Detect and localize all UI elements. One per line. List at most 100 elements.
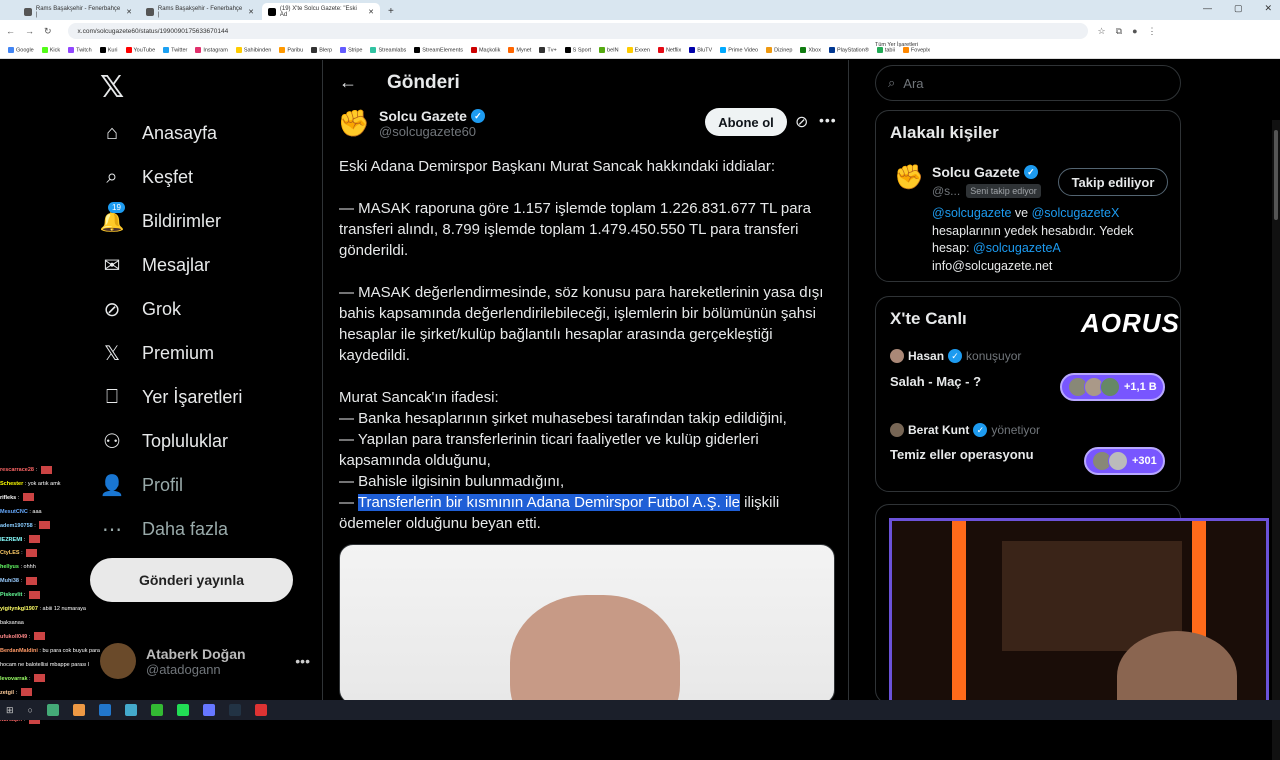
nav-item-yer-i̇şaretleri[interactable]: ⎕ Yer İşaretleri <box>100 382 242 412</box>
minimize-icon[interactable]: — <box>1203 3 1212 14</box>
bookmark-link[interactable]: YouTube <box>125 46 155 53</box>
start-icon[interactable]: ⊞ <box>6 705 14 716</box>
star-icon[interactable]: ☆ <box>1098 26 1106 37</box>
following-button[interactable]: Takip ediliyor <box>1058 168 1168 196</box>
grok-icon[interactable]: ⊘ <box>795 112 808 132</box>
related-name[interactable]: Solcu Gazete <box>932 164 1020 180</box>
scrollbar-thumb[interactable] <box>1274 130 1278 220</box>
obs-icon[interactable] <box>254 704 267 716</box>
bookmark-link[interactable]: PlayStation® <box>828 46 869 53</box>
bookmark-link[interactable]: Xbox <box>800 46 821 53</box>
bookmark-link[interactable]: Instagram <box>195 46 228 53</box>
bookmark-label: Stripe <box>348 47 363 54</box>
nav-item-topluluklar[interactable]: ⚇ Topluluklar <box>100 426 228 456</box>
bookmark-link[interactable]: Prime Video <box>720 46 758 53</box>
bio-link[interactable]: @solcugazeteX <box>1032 206 1120 220</box>
close-icon[interactable]: ✕ <box>126 8 132 16</box>
bookmark-favicon-icon <box>626 46 633 53</box>
bookmark-link[interactable]: Twitter <box>163 46 187 53</box>
account-switcher[interactable]: Ataberk Doğan @atadogann ••• <box>100 643 310 679</box>
back-arrow-icon[interactable]: ← <box>339 72 357 93</box>
bookmark-link[interactable]: Blerp <box>311 46 332 53</box>
explorer-icon[interactable] <box>72 704 85 716</box>
space-title[interactable]: Salah - Maç - ? <box>890 374 981 389</box>
browser-tab-active[interactable]: (19) X'te Solcu Gazete: "Eski Ad ✕ <box>262 3 380 20</box>
author-avatar-fist-icon[interactable]: ✊ <box>338 108 370 139</box>
scrollbar[interactable] <box>1272 120 1280 760</box>
space-title[interactable]: Temiz eller operasyonu <box>890 447 1034 462</box>
profile-icon[interactable]: ● <box>1132 26 1137 36</box>
bookmark-link[interactable]: Google <box>8 46 34 53</box>
author-handle[interactable]: @solcugazete60 <box>379 124 485 139</box>
nav-item-bildirimler[interactable]: 🔔 19 Bildirimler <box>100 202 221 236</box>
bookmark-link[interactable]: Netflix <box>657 46 681 53</box>
reload-icon[interactable]: ↻ <box>44 26 52 37</box>
menu-icon[interactable]: ⋮ <box>1148 26 1157 37</box>
extensions-icon[interactable]: ⧉ <box>1116 26 1122 37</box>
related-handle[interactable]: @s... <box>932 184 960 198</box>
bookmark-link[interactable]: StreamElements <box>414 46 463 53</box>
host-name[interactable]: Hasan <box>908 349 944 363</box>
x-logo-icon[interactable]: 𝕏 <box>100 70 124 105</box>
bookmark-link[interactable]: Mynet <box>508 46 531 53</box>
bio-link[interactable]: @solcugazete <box>932 206 1011 220</box>
bookmark-link[interactable]: beIN <box>599 46 619 53</box>
post-image[interactable] <box>339 544 835 704</box>
nav-item-premium[interactable]: 𝕏 Premium <box>100 338 214 368</box>
browser-tab[interactable]: Rams Başakşehir - Fenerbahçe | ✕ <box>140 3 260 20</box>
bookmark-link[interactable]: Maçkolik <box>470 46 500 53</box>
bookmark-link[interactable]: S Sport <box>564 46 591 53</box>
bookmark-link[interactable]: Streamlabs <box>370 46 406 53</box>
browser-tab[interactable]: Rams Başakşehir - Fenerbahçe | ✕ <box>18 3 138 20</box>
steam-icon[interactable] <box>228 704 241 716</box>
search-icon[interactable]: ○ <box>28 705 33 715</box>
more-icon[interactable]: ••• <box>819 112 837 128</box>
bookmark-favicon-icon <box>800 46 807 53</box>
space-listeners-pill[interactable]: +1,1 B <box>1060 373 1165 401</box>
close-icon[interactable]: ✕ <box>368 8 374 16</box>
nav-item-daha-fazla[interactable]: ⋯ Daha fazla <box>100 514 228 544</box>
author-name[interactable]: Solcu Gazete <box>379 108 467 124</box>
taskbar: ⊞ ○ <box>0 700 1280 720</box>
related-avatar-fist-icon[interactable]: ✊ <box>894 163 924 192</box>
nav-item-keşfet[interactable]: ⌕ Keşfet <box>100 162 193 192</box>
app-icon[interactable] <box>124 704 137 716</box>
maximize-icon[interactable]: ▢ <box>1234 3 1243 14</box>
bookmark-link[interactable]: Twitch <box>68 46 92 53</box>
bookmark-link[interactable]: Stripe <box>340 46 363 54</box>
search-input[interactable]: ⌕ Ara <box>875 65 1181 101</box>
bookmark-link[interactable]: Paribu <box>279 46 303 53</box>
nav-item-anasayfa[interactable]: ⌂ Anasayfa <box>100 118 217 148</box>
post-detail-column: ← Gönderi ✊ Solcu Gazete ✓ @solcugazete60… <box>322 60 849 704</box>
host-name[interactable]: Berat Kunt <box>908 423 969 437</box>
back-icon[interactable]: ← <box>6 26 15 36</box>
bio-link[interactable]: @solcugazeteA <box>973 241 1061 255</box>
close-window-icon[interactable]: ✕ <box>1264 3 1272 14</box>
chrome-icon[interactable] <box>150 704 163 716</box>
nav-item-profil[interactable]: 👤 Profil <box>100 470 183 500</box>
bookmark-link[interactable]: Tv+ <box>539 46 557 53</box>
bookmark-link[interactable]: BluTV <box>689 46 712 53</box>
post-button[interactable]: Gönderi yayınla <box>90 558 293 602</box>
bookmark-link[interactable]: Exxen <box>626 46 650 53</box>
address-bar[interactable]: x.com/solcugazete60/status/1990090175633… <box>67 23 1088 39</box>
edge-icon[interactable] <box>98 704 111 716</box>
chat-username: BerdanMaldini <box>0 647 38 654</box>
new-tab-icon[interactable]: + <box>388 3 394 20</box>
bookmark-link[interactable]: Kick <box>41 46 60 53</box>
bookmark-link[interactable]: Kuri <box>99 46 118 53</box>
subscribe-label: Abone ol <box>718 114 774 130</box>
bookmark-link[interactable]: Sahibinden <box>235 46 271 53</box>
more-icon[interactable]: ••• <box>295 653 310 669</box>
nav-item-mesajlar[interactable]: ✉ Mesajlar <box>100 250 210 280</box>
discord-icon[interactable] <box>202 704 215 716</box>
taskview-icon[interactable] <box>46 704 59 716</box>
whatsapp-icon[interactable] <box>176 704 189 716</box>
bookmark-link[interactable]: Dizinep <box>766 46 792 53</box>
space-listeners-pill[interactable]: +301 <box>1084 447 1165 475</box>
nav-item-grok[interactable]: ⊘ Grok <box>100 294 181 324</box>
subscribe-button[interactable]: Abone ol <box>705 108 787 136</box>
forward-icon[interactable]: → <box>25 26 34 36</box>
close-icon[interactable]: ✕ <box>248 8 254 16</box>
all-bookmarks-link[interactable]: Tüm Yer İşaretleri <box>875 42 1181 48</box>
